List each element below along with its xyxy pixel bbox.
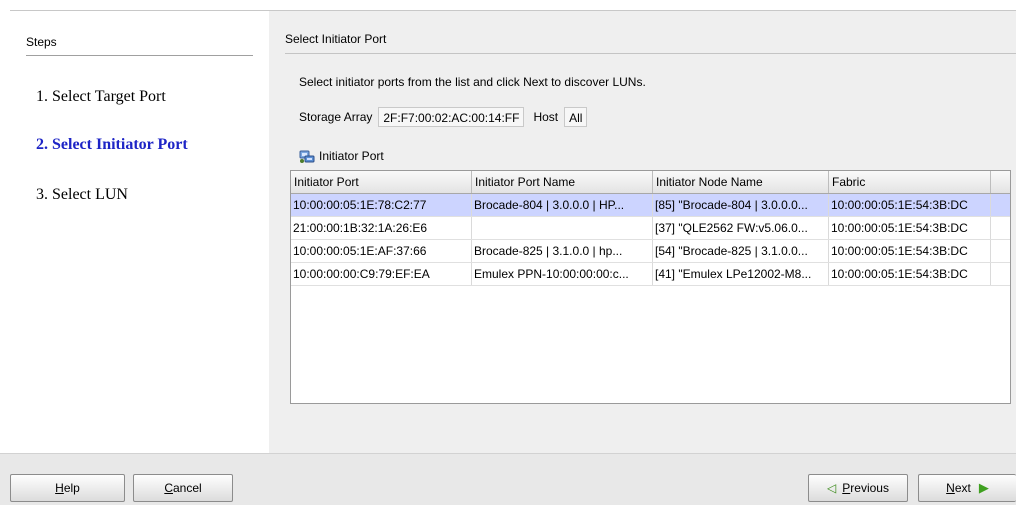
- cell-initiator-port-name: Brocade-804 | 3.0.0.0 | HP...: [472, 194, 653, 216]
- next-arrow-icon: ▶: [978, 480, 989, 495]
- button-bar: Help Cancel ◁ Previous Next ▶: [0, 453, 1016, 505]
- cancel-button[interactable]: Cancel: [133, 474, 233, 502]
- cell-initiator-port: 21:00:00:1B:32:1A:26:E6: [291, 217, 472, 239]
- cell-fabric: 10:00:00:05:1E:54:3B:DC: [829, 263, 991, 285]
- help-label: elp: [63, 481, 80, 495]
- cell-initiator-node-name: [37] "QLE2562 FW:v5.06.0...: [653, 217, 829, 239]
- previous-mnemonic: P: [842, 481, 851, 495]
- steps-header: Steps: [26, 35, 57, 49]
- storage-array-row: Storage Array 2F:F7:00:02:AC:00:14:FF Ho…: [299, 106, 596, 128]
- cell-initiator-port-name: Brocade-825 | 3.1.0.0 | hp...: [472, 240, 653, 262]
- panel-title: Select Initiator Port: [285, 32, 387, 46]
- help-mnemonic: H: [55, 481, 64, 495]
- cell-initiator-port: 10:00:00:05:1E:AF:37:66: [291, 240, 472, 262]
- next-label: ext: [954, 481, 971, 495]
- storage-array-value: 2F:F7:00:02:AC:00:14:FF: [378, 107, 525, 127]
- column-header-fabric[interactable]: Fabric: [829, 171, 991, 193]
- initiator-port-table[interactable]: Initiator Port Initiator Port Name Initi…: [290, 170, 1011, 404]
- table-row[interactable]: 21:00:00:1B:32:1A:26:E6 [37] "QLE2562 FW…: [291, 217, 1010, 240]
- table-row[interactable]: 10:00:00:05:1E:AF:37:66 Brocade-825 | 3.…: [291, 240, 1010, 263]
- host-label: Host: [533, 110, 559, 124]
- cell-initiator-port-name: [472, 217, 653, 239]
- cell-initiator-port-name: Emulex PPN-10:00:00:00:c...: [472, 263, 653, 285]
- next-mnemonic: N: [946, 481, 955, 495]
- previous-arrow-icon: ◁: [827, 481, 837, 495]
- steps-divider: [26, 55, 253, 56]
- next-button[interactable]: Next ▶: [918, 474, 1016, 502]
- cell-initiator-port: 10:00:00:05:1E:78:C2:77: [291, 194, 472, 216]
- column-header-initiator-port[interactable]: Initiator Port: [291, 171, 472, 193]
- help-button[interactable]: Help: [10, 474, 125, 502]
- content-panel: Select Initiator Port Select initiator p…: [269, 11, 1016, 453]
- cell-fabric: 10:00:00:05:1E:54:3B:DC: [829, 240, 991, 262]
- initiator-port-icon: [299, 150, 315, 163]
- table-row[interactable]: 10:00:00:00:C9:79:EF:EA Emulex PPN-10:00…: [291, 263, 1010, 286]
- column-header-spacer: [991, 171, 1010, 193]
- previous-label: revious: [850, 481, 889, 495]
- initiator-port-section-label: Initiator Port: [319, 149, 384, 163]
- table-header: Initiator Port Initiator Port Name Initi…: [291, 171, 1010, 194]
- column-header-initiator-port-name[interactable]: Initiator Port Name: [472, 171, 653, 193]
- cancel-mnemonic: C: [164, 481, 173, 495]
- cell-fabric: 10:00:00:05:1E:54:3B:DC: [829, 217, 991, 239]
- initiator-port-section: Initiator Port: [299, 146, 384, 166]
- cell-initiator-node-name: [41] "Emulex LPe12002-M8...: [653, 263, 829, 285]
- instructions-text: Select initiator ports from the list and…: [299, 75, 646, 89]
- host-value: All: [564, 107, 588, 127]
- step-select-lun: 3. Select LUN: [36, 186, 128, 203]
- column-header-initiator-node-name[interactable]: Initiator Node Name: [653, 171, 829, 193]
- panel-divider: [285, 53, 1016, 54]
- previous-button[interactable]: ◁ Previous: [808, 474, 908, 502]
- cell-initiator-node-name: [85] "Brocade-804 | 3.0.0.0...: [653, 194, 829, 216]
- cell-fabric: 10:00:00:05:1E:54:3B:DC: [829, 194, 991, 216]
- cancel-label: ancel: [172, 481, 202, 495]
- cell-initiator-port: 10:00:00:00:C9:79:EF:EA: [291, 263, 472, 285]
- storage-array-label: Storage Array: [299, 110, 373, 124]
- table-row[interactable]: 10:00:00:05:1E:78:C2:77 Brocade-804 | 3.…: [291, 194, 1010, 217]
- cell-initiator-node-name: [54] "Brocade-825 | 3.1.0.0...: [653, 240, 829, 262]
- steps-panel: Steps 1. Select Target Port 2. Select In…: [10, 11, 269, 453]
- step-select-target-port: 1. Select Target Port: [36, 88, 166, 105]
- step-select-initiator-port: 2. Select Initiator Port: [36, 136, 188, 153]
